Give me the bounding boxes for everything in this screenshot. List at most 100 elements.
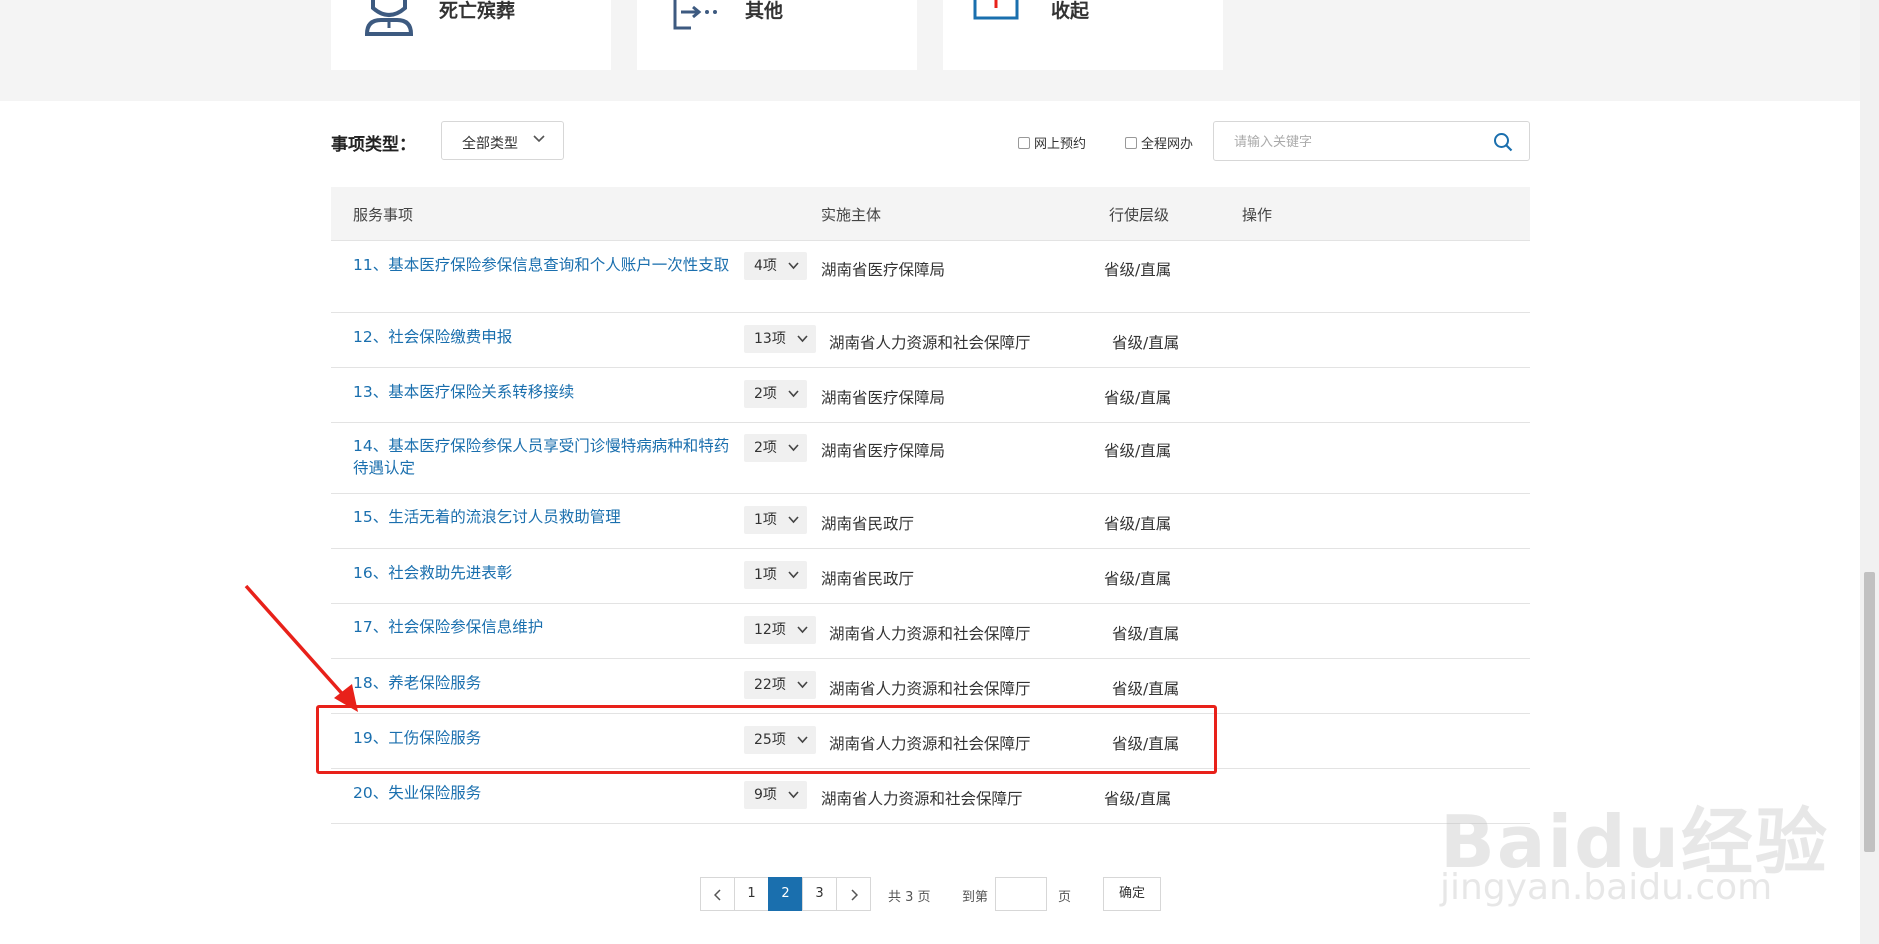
chevron-down-icon [788,262,799,270]
list-arrow-icon [673,0,717,30]
item-type-label: 事项类型： [331,135,416,155]
level: 省级/直属 [1104,442,1172,460]
count-label: 2项 [754,386,777,402]
agency: 湖南省人力资源和社会保障厅 [829,625,1031,643]
table-row: 17、社会保险参保信息维护 12项 湖南省人力资源和社会保障厅 省级/直属 [331,604,1530,659]
item-type-value: 全部类型 [462,136,518,152]
count-label: 1项 [754,567,777,583]
count-dropdown[interactable]: 2项 [744,380,807,408]
search-icon[interactable] [1493,132,1513,152]
category-label: 死亡殡葬 [439,0,516,22]
chevron-down-icon [788,444,799,452]
category-card-funeral[interactable]: 死亡殡葬 [331,0,611,70]
chevron-down-icon [533,135,545,143]
count-dropdown[interactable]: 22项 [744,671,816,699]
level: 省级/直属 [1104,570,1172,588]
count-dropdown[interactable]: 1项 [744,561,807,589]
header-agency: 实施主体 [821,206,882,224]
level: 省级/直属 [1112,625,1180,643]
item-type-select[interactable]: 全部类型 [441,121,564,160]
level: 省级/直属 [1112,334,1180,352]
count-dropdown[interactable]: 13项 [744,325,816,353]
header-level: 行使层级 [1109,206,1170,224]
online-booking-checkbox[interactable]: 网上预约 [1018,133,1086,152]
level: 省级/直属 [1104,790,1172,808]
count-label: 9项 [754,787,777,803]
service-item-link[interactable]: 11、基本医疗保险参保信息查询和个人账户一次性支取 [353,254,733,276]
chevron-down-icon [788,390,799,398]
full-online-label: 全程网办 [1141,137,1194,152]
agency: 湖南省人力资源和社会保障厅 [829,334,1031,352]
level: 省级/直属 [1104,515,1172,533]
service-item-link[interactable]: 16、社会救助先进表彰 [353,562,733,584]
level: 省级/直属 [1112,680,1180,698]
page-button-1[interactable]: 1 [734,877,769,911]
table-row: 20、失业保险服务 9项 湖南省人力资源和社会保障厅 省级/直属 [331,769,1530,824]
header-item: 服务事项 [353,206,414,224]
next-page-button[interactable] [836,877,871,911]
agency: 湖南省人力资源和社会保障厅 [821,790,1023,808]
total-pages: 共 3 页 [888,890,931,905]
category-label: 收起 [1051,0,1090,22]
count-label: 12项 [754,622,786,638]
category-label: 其他 [745,0,784,22]
agency: 湖南省民政厅 [821,515,915,533]
chevron-down-icon [797,681,808,689]
agency: 湖南省医疗保障局 [821,442,946,460]
scrollbar[interactable] [1860,0,1879,944]
watermark: Baidu经验 jingyan.baidu.com [1430,735,1840,915]
page-button-2[interactable]: 2 [768,877,803,911]
page-unit: 页 [1058,890,1072,905]
checkbox-box[interactable] [1018,137,1030,149]
confirm-button[interactable]: 确定 [1103,877,1161,911]
full-online-checkbox[interactable]: 全程网办 [1125,133,1193,152]
count-dropdown[interactable]: 2项 [744,434,807,462]
service-item-link[interactable]: 20、失业保险服务 [353,782,733,804]
agency: 湖南省医疗保障局 [821,389,946,407]
agency: 湖南省人力资源和社会保障厅 [829,680,1031,698]
table-row: 12、社会保险缴费申报 13项 湖南省人力资源和社会保障厅 省级/直属 [331,313,1530,368]
header-action: 操作 [1242,206,1273,224]
chevron-right-icon [850,889,858,901]
count-dropdown[interactable]: 1项 [744,506,807,534]
service-item-link[interactable]: 18、养老保险服务 [353,672,733,694]
category-band: 死亡殡葬 其他 收起 [0,0,1860,101]
prev-page-button[interactable] [700,877,735,911]
chevron-down-icon [788,516,799,524]
search-input[interactable] [1232,131,1476,153]
table-row: 16、社会救助先进表彰 1项 湖南省民政厅 省级/直属 [331,549,1530,604]
chevron-left-icon [713,889,721,901]
category-card-other[interactable]: 其他 [637,0,917,70]
count-label: 1项 [754,512,777,528]
red-arrow-icon [244,584,358,712]
agency: 湖南省民政厅 [821,570,915,588]
checkbox-box[interactable] [1125,137,1137,149]
chevron-down-icon [788,791,799,799]
table-row: 15、生活无着的流浪乞讨人员救助管理 1项 湖南省民政厅 省级/直属 [331,494,1530,549]
level: 省级/直属 [1104,389,1172,407]
search-box[interactable] [1213,121,1530,161]
goto-page-input[interactable] [995,877,1047,911]
count-dropdown[interactable]: 9项 [744,781,807,809]
table-row: 11、基本医疗保险参保信息查询和个人账户一次性支取 4项 湖南省医疗保障局 省级… [331,241,1530,313]
table-row: 14、基本医疗保险参保人员享受门诊慢特病病种和特药待遇认定 2项 湖南省医疗保障… [331,423,1530,494]
person-icon [364,0,414,36]
goto-label: 到第 [962,890,989,905]
collapse-icon [973,0,1019,20]
service-item-link[interactable]: 17、社会保险参保信息维护 [353,616,733,638]
table-row: 13、基本医疗保险关系转移接续 2项 湖南省医疗保障局 省级/直属 [331,368,1530,423]
service-item-link[interactable]: 12、社会保险缴费申报 [353,326,733,348]
category-card-collapse[interactable]: 收起 [943,0,1223,70]
chevron-down-icon [797,335,808,343]
service-item-link[interactable]: 13、基本医疗保险关系转移接续 [353,381,733,403]
page-button-3[interactable]: 3 [802,877,837,911]
service-item-link[interactable]: 14、基本医疗保险参保人员享受门诊慢特病病种和特药待遇认定 [353,435,733,479]
service-item-link[interactable]: 15、生活无着的流浪乞讨人员救助管理 [353,506,733,528]
agency: 湖南省医疗保障局 [821,261,946,279]
count-label: 22项 [754,677,786,693]
scrollbar-thumb[interactable] [1864,572,1875,852]
count-dropdown[interactable]: 12项 [744,616,816,644]
count-dropdown[interactable]: 4项 [744,252,807,280]
highlight-box [316,705,1217,774]
chevron-down-icon [788,571,799,579]
